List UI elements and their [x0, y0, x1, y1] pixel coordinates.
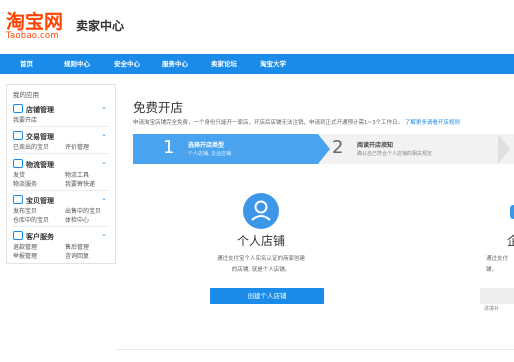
sidebar-link[interactable]: 售后管理: [65, 242, 89, 251]
user-icon: [243, 193, 279, 229]
nav-university[interactable]: 淘宝大学: [260, 58, 286, 68]
trade-icon: [13, 131, 23, 140]
desc-line: 的店铺, 就是个人店铺。: [231, 267, 291, 273]
sidebar-link[interactable]: 我要寄快递: [65, 179, 95, 188]
header: 淘宝网 Taobao.com 卖家中心: [0, 0, 514, 54]
sidebar-link[interactable]: 退款管理: [13, 242, 37, 251]
divider: [13, 153, 109, 154]
taobao-logo[interactable]: 淘宝网 Taobao.com: [6, 12, 63, 41]
sidebar-title: 我的应用: [13, 91, 39, 99]
sidebar-link[interactable]: 物流服务: [13, 179, 37, 188]
sidebar-link[interactable]: 发货: [13, 170, 25, 179]
sidebar-link[interactable]: 物流工具: [65, 170, 89, 179]
rules-link[interactable]: 了解更多请看开店规则: [405, 120, 460, 126]
nav-home[interactable]: 首页: [20, 58, 33, 68]
logo-subtext: Taobao.com: [6, 31, 59, 41]
logo-text: 淘宝网: [6, 11, 64, 33]
sidebar: 我的应用 店铺管理 ⌄ 我要开店 交易管理 ⌄ 已卖出的宝贝 评价管理 物流管理…: [6, 84, 116, 264]
tag-icon: [13, 195, 23, 204]
personal-store-title: 个人店铺: [236, 234, 285, 248]
sidebar-group-label: 交易管理: [26, 133, 54, 141]
create-personal-store-button[interactable]: 创建个人店铺: [210, 288, 324, 304]
step-subtitle: 个人店铺, 企业店铺: [188, 151, 232, 157]
divider: [13, 190, 109, 191]
chevron-down-icon[interactable]: ⌄: [101, 130, 107, 138]
enterprise-store-title: 企: [507, 234, 514, 248]
step-arrow: [498, 134, 510, 164]
nav-rules[interactable]: 规则中心: [64, 58, 90, 68]
sidebar-group-label: 宝贝管理: [26, 197, 54, 205]
chevron-down-icon[interactable]: ⌄: [101, 194, 107, 202]
sidebar-link[interactable]: 出售中的宝贝: [65, 206, 101, 215]
notice-body: 申请淘宝店铺完全免费，一个身份只能开一家店，开店后店铺无法注销，申请到正式开通预…: [133, 120, 404, 126]
personal-store-desc: 通过支付宝个人实名认证的商家创建 的店铺, 就是个人店铺。: [200, 254, 322, 276]
divider: [13, 126, 109, 127]
sidebar-group-header[interactable]: 客户服务: [13, 231, 54, 242]
sidebar-group-header[interactable]: 交易管理: [13, 131, 54, 142]
desc-line: 通过支付宝个人实名认证的商家创建: [216, 256, 305, 262]
sidebar-group-header[interactable]: 宝贝管理: [13, 195, 54, 206]
step-title: 选择开店类型: [188, 142, 225, 149]
divider: [116, 349, 514, 350]
sidebar-group-label: 物流管理: [26, 161, 54, 169]
notice-text: 申请淘宝店铺完全免费，一个身份只能开一家店，开店后店铺无法注销，申请到正式开通预…: [133, 118, 514, 126]
step-arrow: [318, 134, 330, 164]
nav-service[interactable]: 服务中心: [162, 58, 188, 68]
create-enterprise-store-button[interactable]: [480, 288, 514, 304]
store-icon: [13, 104, 23, 113]
sidebar-group-header[interactable]: 店铺管理: [13, 104, 54, 115]
desc-line: 铺，: [486, 267, 498, 273]
service-icon: [13, 231, 23, 240]
sidebar-link[interactable]: 已卖出的宝贝: [13, 142, 49, 151]
sidebar-link[interactable]: 仓库中的宝贝: [13, 215, 49, 224]
chevron-down-icon[interactable]: ⌄: [101, 230, 107, 238]
step-subtitle: 确认自己符合个人店铺的相关规定: [357, 151, 433, 157]
sidebar-group-label: 店铺管理: [26, 106, 54, 114]
chevron-down-icon[interactable]: ⌄: [101, 158, 107, 166]
enterprise-store-desc: 通过支付 铺，: [486, 254, 514, 276]
chevron-down-icon[interactable]: ⌄: [101, 103, 107, 111]
sidebar-link[interactable]: 体检中心: [65, 215, 89, 224]
step-number: 1: [163, 137, 175, 158]
sidebar-link[interactable]: 举报管理: [13, 251, 37, 260]
seller-center-title: 卖家中心: [76, 19, 125, 33]
step-number: 2: [332, 137, 344, 158]
divider: [13, 226, 109, 227]
page-title: 免费开店: [133, 100, 184, 115]
step-indicator: 1 选择开店类型 个人店铺, 企业店铺 2 阅读开店须知 确认自己符合个人店铺的…: [133, 134, 514, 164]
sidebar-group-header[interactable]: 物流管理: [13, 159, 54, 170]
enterprise-icon: [510, 205, 514, 219]
step-title: 阅读开店须知: [357, 142, 394, 149]
truck-icon: [13, 159, 23, 168]
sidebar-group-label: 客户服务: [26, 233, 54, 241]
step-1-active: 1 选择开店类型 个人店铺, 企业店铺: [133, 134, 318, 164]
desc-line: 通过支付: [486, 256, 509, 262]
nav-security[interactable]: 安全中心: [114, 58, 140, 68]
sidebar-link[interactable]: 评价管理: [65, 142, 89, 151]
sidebar-link[interactable]: 发布宝贝: [13, 206, 37, 215]
nav-forum[interactable]: 卖家论坛: [211, 58, 237, 68]
enterprise-footnote: 进填补: [484, 306, 500, 312]
top-nav: 首页 规则中心 安全中心 服务中心 卖家论坛 淘宝大学: [0, 54, 514, 74]
sidebar-link[interactable]: 咨询回复: [65, 251, 89, 260]
sidebar-link[interactable]: 我要开店: [13, 115, 37, 124]
